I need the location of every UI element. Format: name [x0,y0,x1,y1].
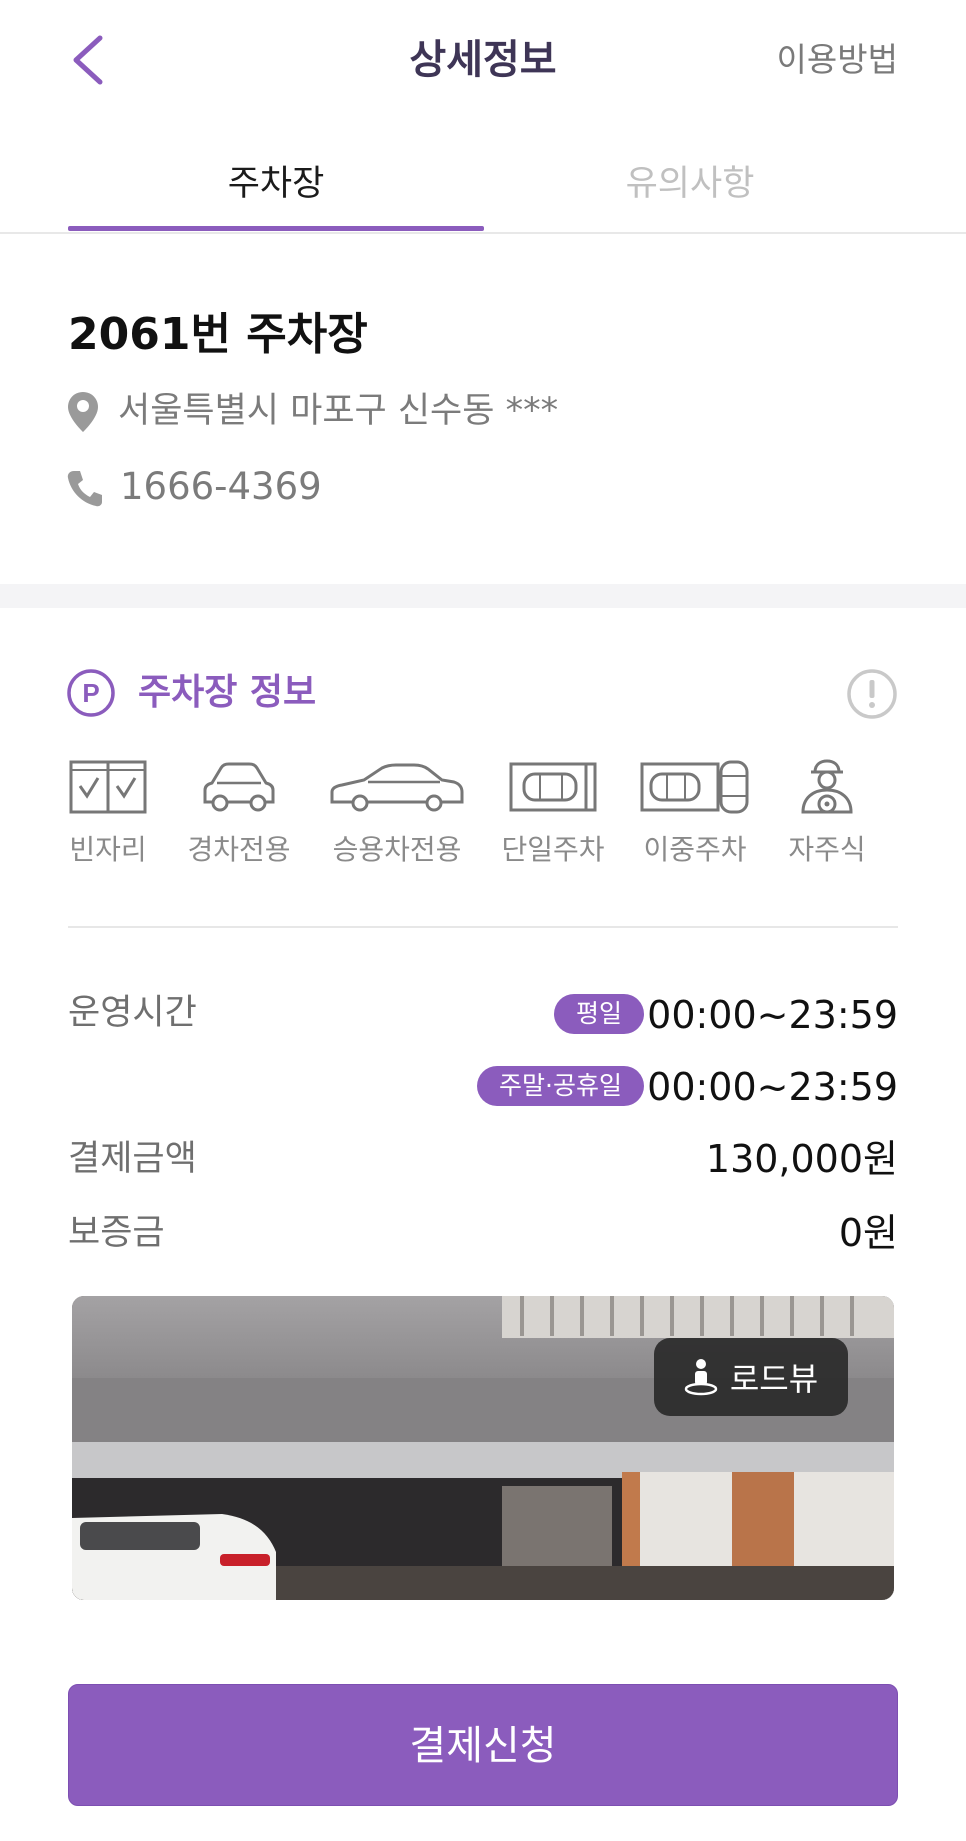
divider [68,926,898,928]
feature-double-parking: 이중주차 [636,758,754,870]
usage-guide-link[interactable]: 이용방법 [777,30,898,90]
feature-single-parking: 단일주차 [494,758,612,870]
active-tab-indicator [68,226,484,231]
compact-car-icon [203,762,275,812]
phone-icon [66,468,102,512]
feature-self-parking: 자주식 [776,758,878,870]
info-alert-button[interactable] [846,668,898,720]
deposit-value: 0원 [838,1211,898,1255]
double-parking-icon [640,760,749,814]
lot-phone[interactable]: 1666-4369 [120,462,322,512]
hours-label: 운영시간 [68,993,197,1033]
feature-compact-car: 경차전용 [178,758,300,870]
tab-notice[interactable]: 유의사항 [482,155,898,213]
section-separator [0,584,966,608]
tab-divider [0,232,966,234]
feature-label: 승용차전용 [332,833,462,866]
pay-request-button[interactable]: 결제신청 [68,1684,898,1806]
payment-value: 130,000원 [705,1137,898,1181]
payment-label: 결제금액 [68,1139,197,1179]
lot-address: 서울특별시 마포구 신수동 *** [118,391,559,431]
weekend-hours: 00:00~23:59 [647,1065,898,1109]
sedan-icon [330,763,464,812]
empty-slots-icon [69,760,147,814]
lot-name: 2061번 주차장 [68,309,368,360]
svg-text:P: P [82,678,99,708]
feature-label: 이중주차 [643,833,747,866]
exclamation-circle-icon [847,669,897,719]
self-parking-driver-icon [801,759,853,814]
section-title: 주차장 정보 [138,672,317,713]
deposit-label: 보증금 [68,1213,165,1253]
feature-empty-slots: 빈자리 [62,758,154,870]
feature-label: 빈자리 [69,833,147,866]
feature-label: 단일주차 [501,833,605,866]
feature-label: 자주식 [788,833,866,866]
tab-parking[interactable]: 주차장 [68,155,484,213]
weekend-badge: 주말·공휴일 [477,1066,644,1106]
roadview-button[interactable]: 로드뷰 [654,1338,848,1416]
roadview-label: 로드뷰 [729,1360,819,1398]
parking-p-icon: P [66,668,116,718]
single-parking-icon [509,762,597,812]
roadview-person-icon [684,1359,718,1396]
weekday-badge: 평일 [553,994,644,1034]
feature-sedan: 승용차전용 [322,758,472,870]
location-pin-icon [66,390,100,434]
feature-label: 경차전용 [187,833,291,866]
weekday-hours: 00:00~23:59 [647,993,898,1037]
